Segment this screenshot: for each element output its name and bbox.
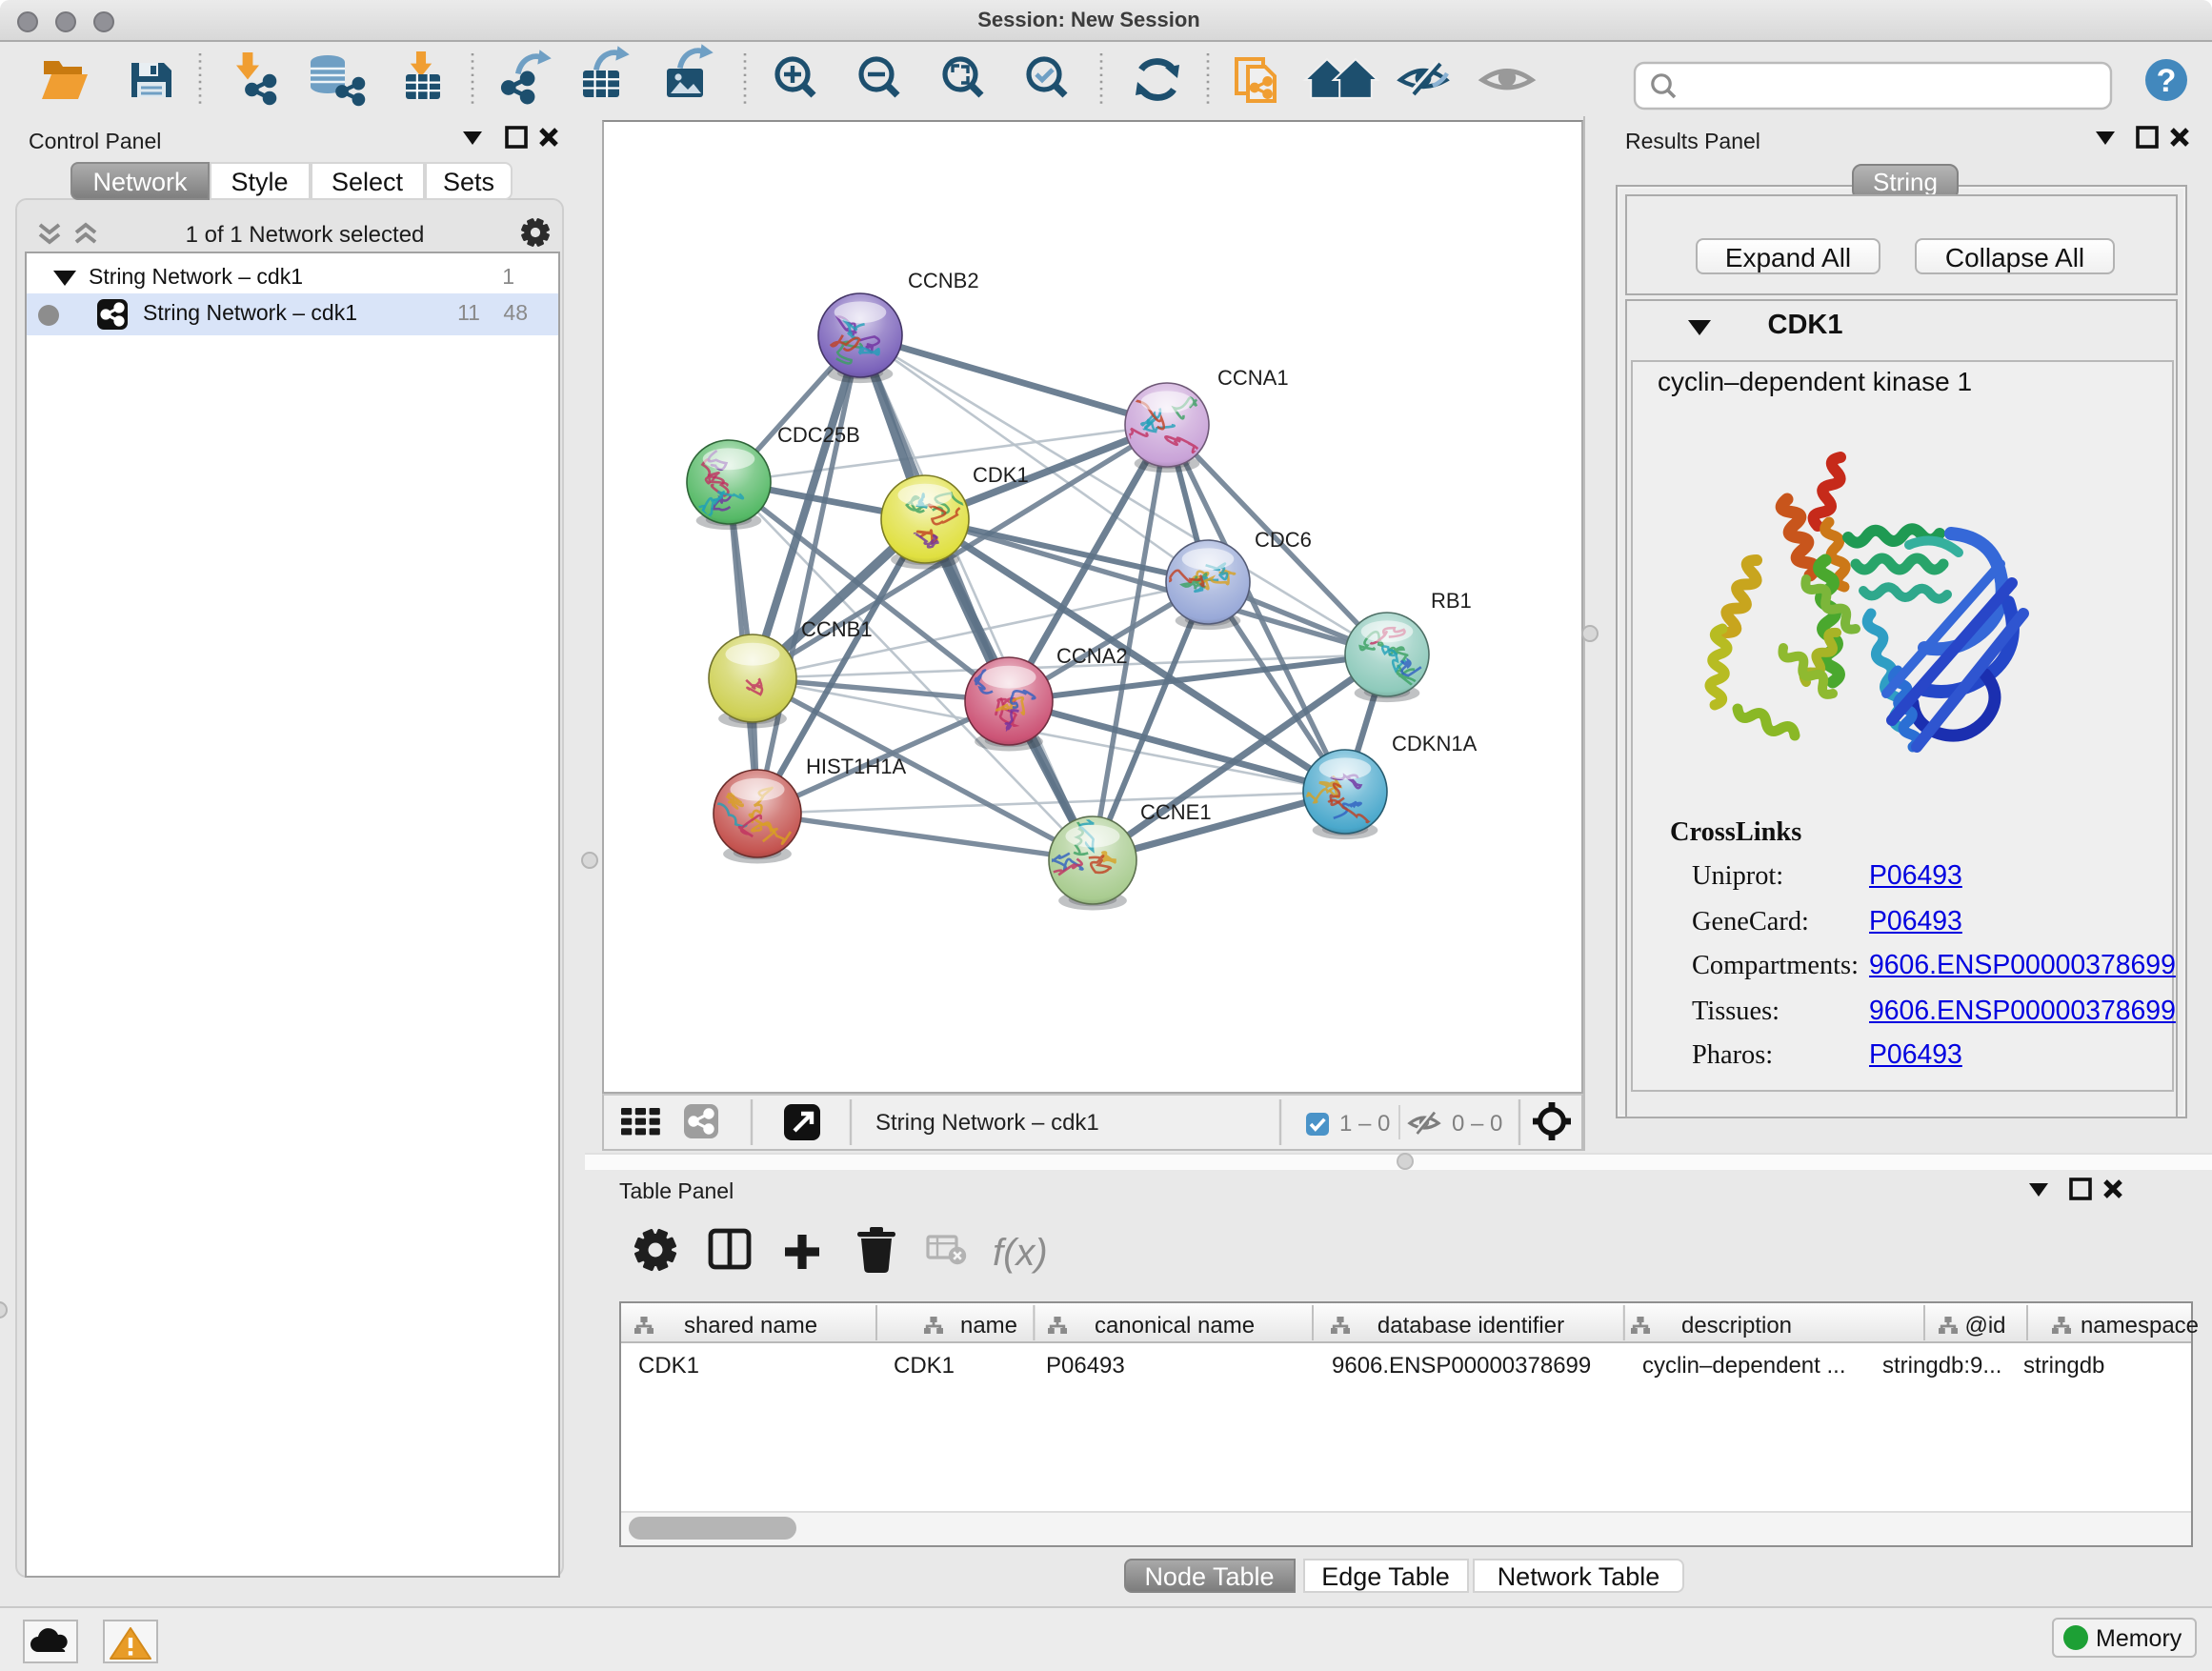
svg-text:String Network – cdk1: String Network – cdk1: [875, 1109, 1098, 1135]
svg-text:CCNE1: CCNE1: [1139, 799, 1211, 823]
svg-text:CDC6: CDC6: [1254, 527, 1311, 551]
svg-text:CCNB1: CCNB1: [800, 616, 872, 640]
svg-text:HIST1H1A: HIST1H1A: [805, 754, 905, 777]
svg-text:CDKN1A: CDKN1A: [1391, 731, 1477, 755]
svg-text:1 – 0: 1 – 0: [1338, 1110, 1389, 1136]
svg-text:RB1: RB1: [1430, 588, 1471, 612]
svg-text:CCNA2: CCNA2: [1056, 643, 1127, 667]
svg-text:?: ?: [2157, 63, 2177, 99]
svg-text:0 – 0: 0 – 0: [1451, 1110, 1501, 1136]
svg-text:f(x): f(x): [993, 1232, 1048, 1274]
svg-text:CCNA1: CCNA1: [1217, 365, 1288, 389]
svg-text:CDC25B: CDC25B: [776, 422, 859, 446]
svg-text:CCNB2: CCNB2: [907, 268, 978, 292]
svg-text:CDK1: CDK1: [972, 462, 1028, 486]
